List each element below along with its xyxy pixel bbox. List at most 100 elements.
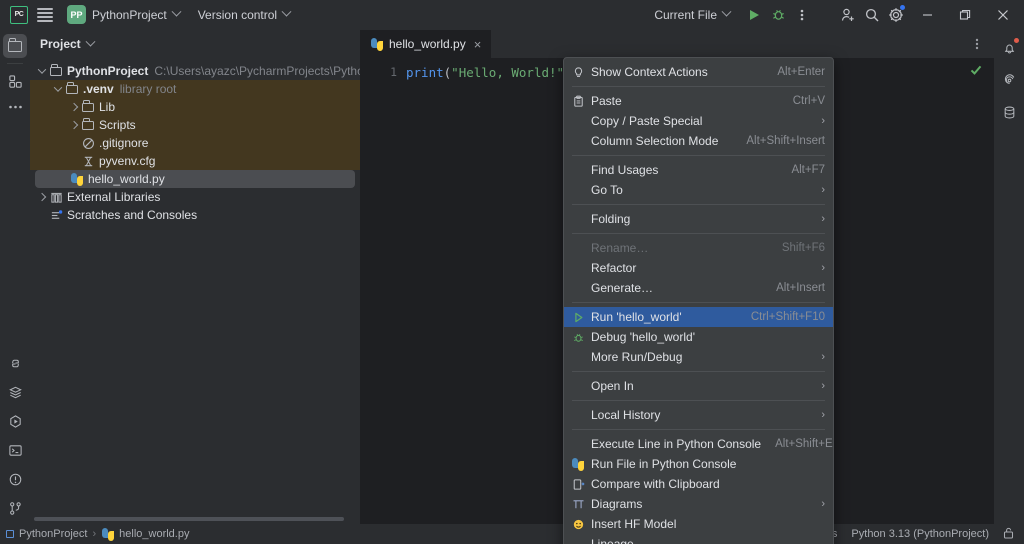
menu-item[interactable]: More Run/Debug › [564,347,833,367]
menu-item[interactable]: Lineage [564,534,833,544]
hamburger-menu-icon [37,7,53,22]
search-everywhere-button[interactable] [860,3,884,27]
search-icon [865,8,879,21]
chevron-right-icon: › [821,184,825,196]
chevron-down-icon[interactable] [52,86,64,92]
menu-item[interactable]: Diagrams › [564,494,833,514]
menu-item[interactable]: Folding › [564,209,833,229]
chevron-right-icon[interactable] [68,104,80,110]
menu-separator [572,204,825,205]
project-widget[interactable]: PP PythonProject [63,3,184,27]
settings-button[interactable] [884,3,908,27]
debug-button[interactable] [766,3,790,27]
editor-tab-label: hello_world.py [389,37,466,51]
chevron-right-icon[interactable] [36,194,48,200]
menu-item[interactable]: Debug 'hello_world' [564,327,833,347]
breadcrumb-file[interactable]: hello_world.py [119,528,189,540]
tree-row[interactable]: pyvenv.cfg [30,152,360,170]
close-window-button[interactable] [984,0,1022,30]
run-button[interactable] [742,3,766,27]
sidebar-item-more-tool-windows[interactable] [3,95,27,119]
unlocked-padlock-icon[interactable] [1003,527,1014,542]
version-control-widget[interactable]: Version control [194,3,294,27]
inspection-ok-check-icon [970,65,982,75]
menu-item[interactable]: Compare with Clipboard [564,474,833,494]
paste-icon [570,95,586,108]
menu-item-label: Diagrams [591,497,643,511]
tree-row[interactable]: External Libraries [30,188,360,206]
inspection-status-widget[interactable] [968,62,984,78]
pycharm-logo-icon[interactable]: PC [10,5,28,24]
editor-tab-options-button[interactable] [966,33,988,55]
menu-item-shortcut: Alt+Shift+E [775,438,833,450]
breadcrumb-project[interactable]: PythonProject [19,528,87,540]
sidebar-item-project[interactable] [3,34,27,58]
tree-row[interactable]: .venv library root [30,80,360,98]
menu-item-label: Lineage [591,537,634,544]
project-file-tree[interactable]: PythonProject C:\Users\ayazc\PycharmProje… [30,58,360,515]
tree-row[interactable]: Lib [30,98,360,116]
chevron-down-icon[interactable] [85,36,96,47]
chevron-right-icon: › [821,498,825,510]
interpreter-widget[interactable]: Python 3.13 (PythonProject) [851,528,989,540]
more-actions-button[interactable] [790,3,814,27]
tree-item-label: External Libraries [67,190,161,204]
menu-item[interactable]: Insert HF Model [564,514,833,534]
menu-item[interactable]: Execute Line in Python Console Alt+Shift+… [564,434,833,454]
menu-item[interactable]: Copy / Paste Special › [564,111,833,131]
gitignore-icon [80,137,96,150]
sidebar-item-version-control[interactable] [3,496,27,520]
sidebar-item-commit[interactable] [3,69,27,93]
menu-item[interactable]: Column Selection Mode Alt+Shift+Insert [564,131,833,151]
sidebar-item-python-packages[interactable] [3,351,27,375]
config-file-icon [80,155,96,168]
menu-item[interactable]: Generate… Alt+Insert [564,278,833,298]
menu-item-label: Show Context Actions [591,65,708,79]
chevron-down-icon[interactable] [36,68,48,74]
python-file-icon [69,172,85,186]
menu-item-label: Refactor [591,261,637,275]
minimize-window-button[interactable] [908,0,946,30]
main-menu-button[interactable] [33,3,57,27]
menu-item-label: Generate… [591,281,654,295]
tree-row[interactable]: PythonProject C:\Users\ayazc\PycharmProje… [30,62,360,80]
menu-item-label: Execute Line in Python Console [591,437,762,451]
tree-row[interactable]: Scripts [30,116,360,134]
editor-tab-hello-world[interactable]: hello_world.py × [360,30,492,58]
tree-row[interactable]: hello_world.py [35,170,355,188]
terminal-icon [8,444,22,456]
project-badge: PP [67,5,86,24]
chevron-right-icon[interactable] [68,122,80,128]
tree-item-label: pyvenv.cfg [99,154,156,168]
ai-assistant-button[interactable] [997,68,1021,92]
menu-item[interactable]: Show Context Actions Alt+Enter [564,62,833,82]
close-icon[interactable]: × [472,38,484,51]
notifications-button[interactable] [997,36,1021,60]
maximize-window-button[interactable] [946,0,984,30]
sidebar-item-problems[interactable] [3,467,27,491]
invite-collaborator-button[interactable] [836,3,860,27]
tree-row[interactable]: Scratches and Consoles [30,206,360,224]
menu-item-label: Local History [591,408,661,422]
menu-item[interactable]: Paste Ctrl+V [564,91,833,111]
menu-item[interactable]: Local History › [564,405,833,425]
menu-item[interactable]: Go To › [564,180,833,200]
menu-item[interactable]: Refactor › [564,258,833,278]
settings-update-badge [900,4,905,10]
breadcrumb: PythonProject › hello_world.py [6,527,189,541]
sidebar-item-terminal[interactable] [3,438,27,462]
editor-context-menu[interactable]: Show Context Actions Alt+Enter Paste Ctrl+V… [563,57,834,544]
menu-item[interactable]: Run 'hello_world' Ctrl+Shift+F10 [564,307,833,327]
menu-item[interactable]: Find Usages Alt+F7 [564,160,833,180]
run-configuration-selector[interactable]: Current File [650,3,734,27]
project-panel-horizontal-scrollbar[interactable] [30,515,360,524]
main-toolbar: PC PP PythonProject Version control Curr… [0,0,1024,30]
sidebar-item-services[interactable] [3,380,27,404]
tree-row[interactable]: .gitignore [30,134,360,152]
project-panel-header[interactable]: Project [30,30,360,58]
sidebar-item-run[interactable] [3,409,27,433]
database-button[interactable] [997,100,1021,124]
menu-item-label: Open In [591,379,634,393]
menu-item[interactable]: Open In › [564,376,833,396]
menu-item[interactable]: Run File in Python Console [564,454,833,474]
